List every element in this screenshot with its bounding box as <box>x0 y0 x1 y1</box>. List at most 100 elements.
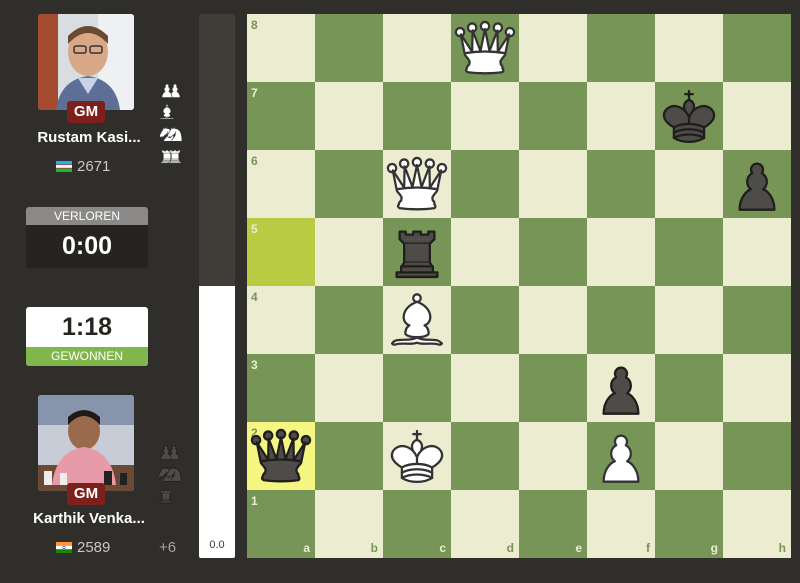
square-d7[interactable] <box>451 82 519 150</box>
evaluation-bar-white-fill <box>199 286 235 558</box>
square-g1[interactable]: g <box>655 490 723 558</box>
white-clock-status: GEWONNEN <box>26 347 148 366</box>
black-queen-icon[interactable] <box>247 422 315 490</box>
square-b4[interactable] <box>315 286 383 354</box>
square-g3[interactable] <box>655 354 723 422</box>
square-h1[interactable]: h <box>723 490 791 558</box>
square-e7[interactable] <box>519 82 587 150</box>
square-a6[interactable]: 6 <box>247 150 315 218</box>
evaluation-value: 0.0 <box>209 539 225 551</box>
bottom-player-avatar[interactable] <box>38 395 134 491</box>
square-e6[interactable] <box>519 150 587 218</box>
captured-white-pawn-group <box>157 14 183 36</box>
square-c4[interactable] <box>383 286 451 354</box>
square-h5[interactable] <box>723 218 791 286</box>
square-b7[interactable] <box>315 82 383 150</box>
square-g2[interactable] <box>655 422 723 490</box>
captured-white-rook-group <box>157 146 183 168</box>
square-f5[interactable] <box>587 218 655 286</box>
captured-white-pawn-icon <box>157 80 177 101</box>
square-c8[interactable] <box>383 14 451 82</box>
square-f6[interactable] <box>587 150 655 218</box>
white-queen-icon[interactable] <box>383 150 451 218</box>
bottom-player-name[interactable]: Karthik Venka... <box>14 510 164 527</box>
square-d8[interactable] <box>451 14 519 82</box>
file-label: f <box>646 541 650 555</box>
square-h7[interactable] <box>723 82 791 150</box>
square-c3[interactable] <box>383 354 451 422</box>
black-pawn-icon[interactable] <box>587 354 655 422</box>
square-c2[interactable] <box>383 422 451 490</box>
square-b1[interactable]: b <box>315 490 383 558</box>
square-b5[interactable] <box>315 218 383 286</box>
square-b8[interactable] <box>315 14 383 82</box>
square-c7[interactable] <box>383 82 451 150</box>
square-f3[interactable] <box>587 354 655 422</box>
square-g4[interactable] <box>655 286 723 354</box>
file-label: b <box>370 541 378 555</box>
captured-white-rook-icon <box>165 146 185 167</box>
india-flag-icon <box>56 540 72 553</box>
white-bishop-icon[interactable] <box>383 286 451 354</box>
square-d4[interactable] <box>451 286 519 354</box>
square-g8[interactable] <box>655 14 723 82</box>
square-d3[interactable] <box>451 354 519 422</box>
square-f8[interactable] <box>587 14 655 82</box>
white-king-icon[interactable] <box>383 422 451 490</box>
square-f7[interactable] <box>587 82 655 150</box>
square-g7[interactable] <box>655 82 723 150</box>
square-a5[interactable]: 5 <box>247 218 315 286</box>
square-c6[interactable] <box>383 150 451 218</box>
square-e4[interactable] <box>519 286 587 354</box>
square-f1[interactable]: f <box>587 490 655 558</box>
file-label: c <box>439 541 446 555</box>
square-d2[interactable] <box>451 422 519 490</box>
captured-white-pawn-group <box>157 36 183 58</box>
square-d1[interactable]: d <box>451 490 519 558</box>
square-h3[interactable] <box>723 354 791 422</box>
square-e5[interactable] <box>519 218 587 286</box>
white-queen-icon[interactable] <box>451 14 519 82</box>
white-pawn-icon[interactable] <box>587 422 655 490</box>
captured-black-knight-group <box>156 464 182 486</box>
square-b6[interactable] <box>315 150 383 218</box>
square-f4[interactable] <box>587 286 655 354</box>
square-h8[interactable] <box>723 14 791 82</box>
square-e3[interactable] <box>519 354 587 422</box>
square-a4[interactable]: 4 <box>247 286 315 354</box>
captured-white-pawn-group <box>157 80 183 102</box>
captured-black-pawn-group <box>156 420 182 442</box>
square-d6[interactable] <box>451 150 519 218</box>
square-e2[interactable] <box>519 422 587 490</box>
square-e8[interactable] <box>519 14 587 82</box>
file-label: h <box>778 541 786 555</box>
square-h2[interactable] <box>723 422 791 490</box>
square-b2[interactable] <box>315 422 383 490</box>
square-f2[interactable] <box>587 422 655 490</box>
bottom-player-captured-pieces <box>156 376 182 508</box>
square-c5[interactable] <box>383 218 451 286</box>
top-player-avatar[interactable] <box>38 14 134 110</box>
white-clock: 1:18 GEWONNEN <box>26 307 148 366</box>
rank-label: 5 <box>251 222 258 236</box>
black-king-icon[interactable] <box>655 82 723 150</box>
square-g6[interactable] <box>655 150 723 218</box>
chess-board[interactable]: 876 5 4321a b cde fg h <box>247 14 791 558</box>
square-a7[interactable]: 7 <box>247 82 315 150</box>
square-d5[interactable] <box>451 218 519 286</box>
square-b3[interactable] <box>315 354 383 422</box>
square-c1[interactable]: c <box>383 490 451 558</box>
material-advantage: +6 <box>159 539 177 556</box>
square-a8[interactable]: 8 <box>247 14 315 82</box>
square-a1[interactable]: 1a <box>247 490 315 558</box>
white-clock-time: 1:18 <box>61 313 113 341</box>
black-rook-icon[interactable] <box>383 218 451 286</box>
square-h6[interactable] <box>723 150 791 218</box>
black-pawn-icon[interactable] <box>723 150 791 218</box>
square-e1[interactable]: e <box>519 490 587 558</box>
square-a3[interactable]: 3 <box>247 354 315 422</box>
square-a2[interactable]: 2 <box>247 422 315 490</box>
square-g5[interactable] <box>655 218 723 286</box>
square-h4[interactable] <box>723 286 791 354</box>
top-player-name[interactable]: Rustam Kasi... <box>14 129 164 146</box>
